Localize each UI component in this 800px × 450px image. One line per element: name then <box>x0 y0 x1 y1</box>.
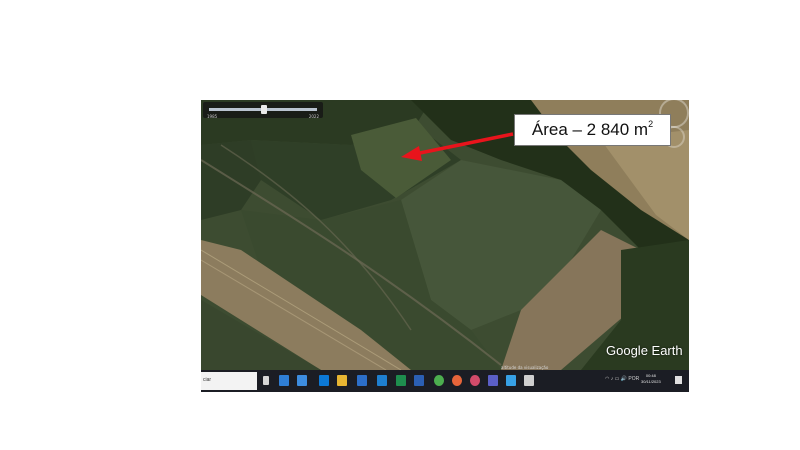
firefox-icon[interactable] <box>452 375 462 386</box>
word-icon[interactable] <box>414 375 424 386</box>
edge-browser-icon[interactable] <box>319 375 329 386</box>
google-earth-logo: Google Earth <box>606 343 683 358</box>
notification-icon[interactable] <box>675 376 682 384</box>
area-annotation-text: Área – 2 840 m <box>531 120 649 139</box>
clock-date: 30/11/2023 <box>641 379 661 384</box>
slider-end-label: 2022 <box>308 114 319 119</box>
store-icon[interactable] <box>377 375 387 386</box>
file-explorer-icon[interactable] <box>337 375 347 386</box>
slider-start-label: 1985 <box>207 114 218 119</box>
slider-knob[interactable] <box>261 105 267 114</box>
area-annotation: Área – 2 840 m2 <box>514 114 671 146</box>
taskbar-search-box[interactable]: ciar <box>201 372 257 390</box>
app-icon[interactable] <box>470 375 480 386</box>
google-earth-icon[interactable] <box>524 375 534 386</box>
cortana-icon[interactable] <box>297 375 307 386</box>
teams-icon[interactable] <box>488 375 498 386</box>
mail-icon[interactable] <box>357 375 367 386</box>
excel-icon[interactable] <box>396 375 406 386</box>
task-view-icon[interactable] <box>263 376 269 385</box>
windows-taskbar: ciar ◠ ♪ ▭ 🔊 POR 00:48 30/11/2023 <box>201 370 689 392</box>
photos-icon[interactable] <box>506 375 516 386</box>
chrome-icon[interactable] <box>434 375 444 386</box>
search-label: ciar <box>203 377 212 383</box>
historical-imagery-slider[interactable]: 1985 2022 <box>203 102 323 119</box>
taskbar-clock[interactable]: 00:48 30/11/2023 <box>641 373 661 385</box>
edge-icon[interactable] <box>279 375 289 386</box>
system-tray[interactable]: ◠ ♪ ▭ 🔊 POR <box>605 376 639 382</box>
screenshot: 1985 2022 Área – 2 840 m2 Google Earth a… <box>201 100 689 392</box>
area-unit-superscript: 2 <box>648 119 654 129</box>
